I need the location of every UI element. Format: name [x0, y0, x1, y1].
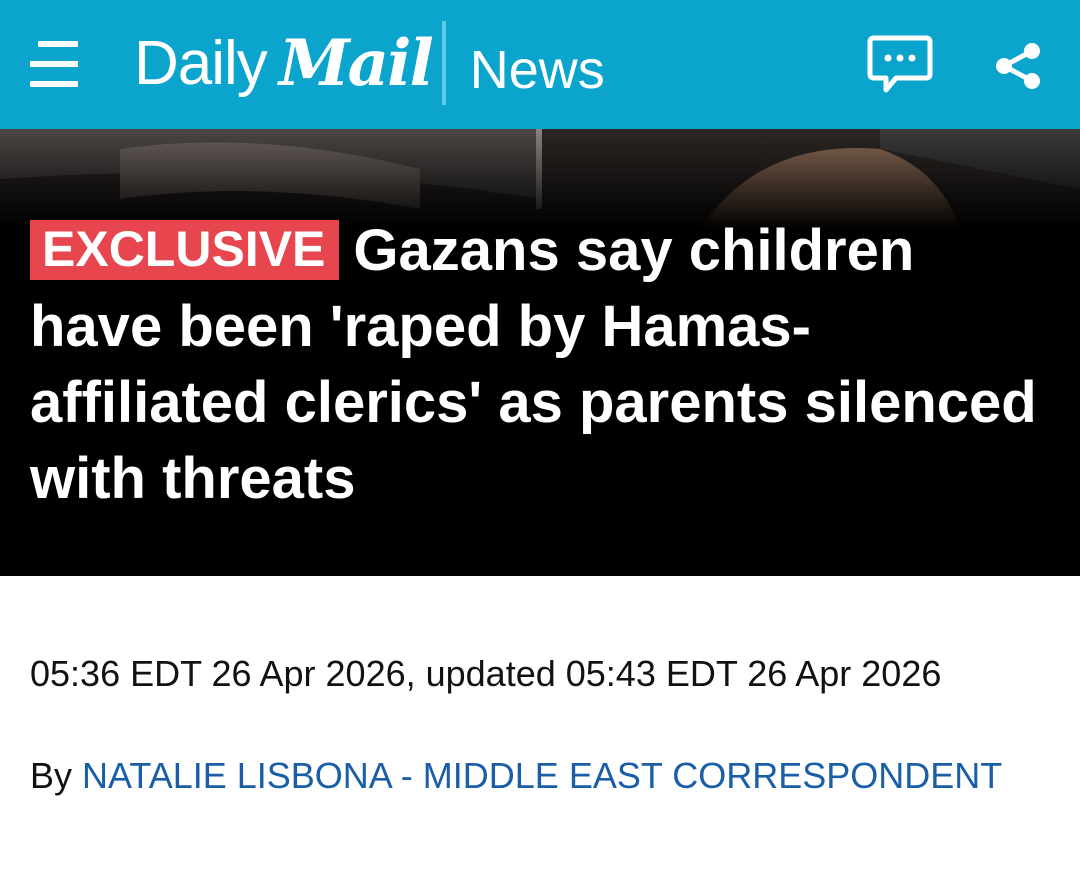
brand-daily-text: Daily [134, 28, 268, 98]
share-icon [996, 43, 1040, 89]
exclusive-badge: EXCLUSIVE [30, 220, 340, 280]
section-title: News [469, 40, 605, 100]
byline-prefix: By [30, 755, 73, 796]
top-app-bar: Daily Mail News [0, 0, 1080, 129]
author-link[interactable]: NATALIE LISBONA - MIDDLE EAST CORRESPOND… [82, 755, 1002, 796]
menu-icon [30, 41, 78, 87]
hero-image[interactable]: EXCLUSIVE Gazans say children have been '… [0, 129, 1080, 576]
article-headline: EXCLUSIVE Gazans say children have been '… [30, 213, 1040, 517]
menu-button[interactable] [24, 36, 86, 92]
comments-icon [867, 35, 933, 93]
brand-logo[interactable]: Daily Mail News [134, 18, 605, 108]
brand-mail-text: Mail [278, 25, 434, 101]
article-byline: By NATALIE LISBONA - MIDDLE EAST CORRESP… [30, 752, 1050, 800]
comments-button[interactable] [866, 34, 934, 96]
article-timestamp: 05:36 EDT 26 Apr 2026, updated 05:43 EDT… [30, 653, 942, 694]
share-button[interactable] [992, 42, 1044, 90]
brand-divider [441, 21, 446, 105]
